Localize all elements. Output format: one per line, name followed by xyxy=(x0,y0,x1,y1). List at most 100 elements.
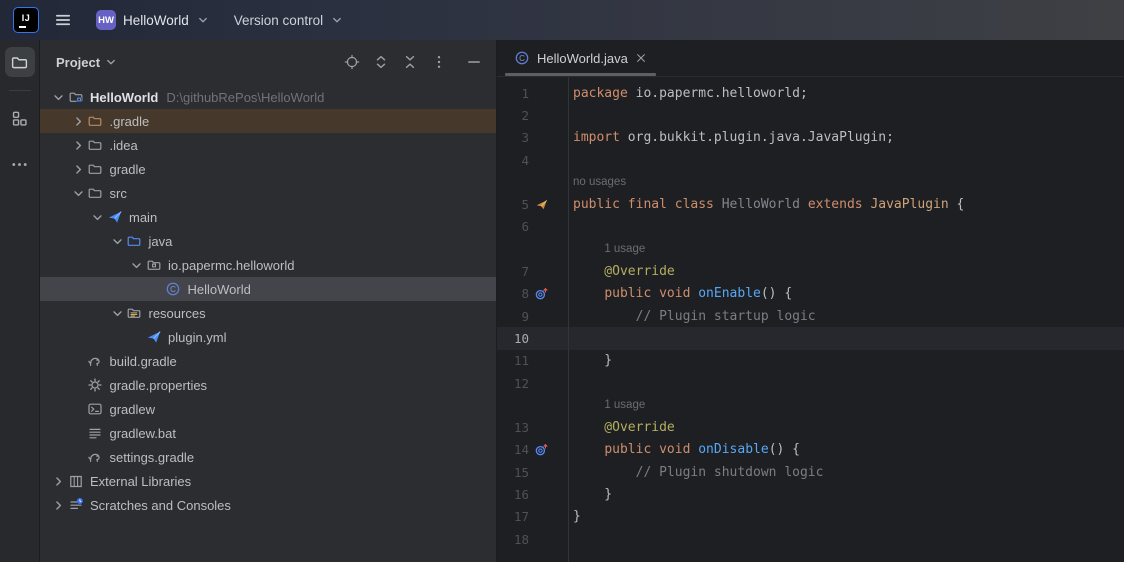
code-token: HelloWorld xyxy=(722,197,808,212)
line-number[interactable]: 17 xyxy=(497,509,529,524)
line-number[interactable]: 7 xyxy=(497,264,529,279)
tree-item-gradle-properties[interactable]: gradle.properties xyxy=(40,373,496,397)
line-number[interactable]: 12 xyxy=(497,376,529,391)
code-line-14[interactable]: 14 public void onDisable() { xyxy=(497,439,1124,461)
chevron-down-icon[interactable] xyxy=(109,233,126,249)
project-tool-window-button[interactable] xyxy=(5,47,35,77)
code-line-4[interactable]: 4 xyxy=(497,149,1124,171)
folder-icon xyxy=(87,137,104,153)
tree-item-build-gradle[interactable]: build.gradle xyxy=(40,349,496,373)
tree-item-main[interactable]: main xyxy=(40,205,496,229)
hamburger-menu-button[interactable] xyxy=(54,10,74,30)
code-text: @Override xyxy=(568,420,675,435)
tree-item-settings-gradle[interactable]: settings.gradle xyxy=(40,445,496,469)
tree-item-gradle[interactable]: .gradle xyxy=(40,109,496,133)
tree-item-helloworld[interactable]: HelloWorldD:\githubRePos\HelloWorld xyxy=(40,85,496,109)
code-token: () { xyxy=(761,286,792,301)
code-line-2[interactable]: 2 xyxy=(497,104,1124,126)
project-view-selector[interactable]: Project xyxy=(56,55,118,70)
line-number[interactable]: 8 xyxy=(497,286,529,301)
tree-item-path: D:\githubRePos\HelloWorld xyxy=(166,90,324,105)
line-number[interactable]: 15 xyxy=(497,465,529,480)
chevron-right-icon[interactable] xyxy=(70,137,87,153)
line-number[interactable]: 10 xyxy=(497,331,529,346)
code-line-18[interactable]: 18 xyxy=(497,528,1124,550)
gutter[interactable] xyxy=(529,442,568,457)
code-line-8[interactable]: 8 public void onEnable() { xyxy=(497,283,1124,305)
chevron-down-icon[interactable] xyxy=(70,185,87,201)
version-control-widget[interactable]: Version control xyxy=(234,13,344,28)
chevron-right-icon[interactable] xyxy=(50,497,67,513)
line-number[interactable]: 13 xyxy=(497,420,529,435)
code-line-1[interactable]: 1package io.papermc.helloworld; xyxy=(497,82,1124,104)
line-number[interactable]: 6 xyxy=(497,219,529,234)
gutter[interactable] xyxy=(529,197,568,212)
line-number[interactable]: 3 xyxy=(497,130,529,145)
code-line-11[interactable]: 11 } xyxy=(497,350,1124,372)
code-line-3[interactable]: 3import org.bukkit.plugin.java.JavaPlugi… xyxy=(497,127,1124,149)
chevron-down-icon[interactable] xyxy=(109,305,126,321)
tab-close-button[interactable] xyxy=(635,52,647,64)
line-number[interactable]: 11 xyxy=(497,353,529,368)
editor-tab-helloworld-java[interactable]: C HelloWorld.java xyxy=(504,40,657,76)
tree-item-gradlew-bat[interactable]: gradlew.bat xyxy=(40,421,496,445)
tool-window-strip xyxy=(0,40,40,562)
chevron-right-icon[interactable] xyxy=(70,161,87,177)
line-number[interactable]: 5 xyxy=(497,197,529,212)
hide-panel-button[interactable] xyxy=(466,54,482,70)
code-line-7[interactable]: 7 @Override xyxy=(497,260,1124,282)
tree-item-java[interactable]: java xyxy=(40,229,496,253)
collapse-all-button[interactable] xyxy=(402,54,418,70)
chevron-down-icon[interactable] xyxy=(89,209,106,225)
editor-tab-label: HelloWorld.java xyxy=(537,51,628,66)
line-number[interactable]: 9 xyxy=(497,309,529,324)
plugin-gutter-icon[interactable] xyxy=(534,197,549,212)
override-gutter-icon[interactable] xyxy=(534,442,549,457)
tree-item-scratches-and-consoles[interactable]: Scratches and Consoles xyxy=(40,493,496,517)
panel-options-button[interactable] xyxy=(431,54,447,70)
line-number[interactable]: 2 xyxy=(497,108,529,123)
tree-item-idea[interactable]: .idea xyxy=(40,133,496,157)
code-line-15[interactable]: 15 // Plugin shutdown logic xyxy=(497,461,1124,483)
tree-item-src[interactable]: src xyxy=(40,181,496,205)
project-widget[interactable]: HW HelloWorld xyxy=(96,10,210,30)
chevron-right-icon[interactable] xyxy=(50,473,67,489)
tree-item-external-libraries[interactable]: External Libraries xyxy=(40,469,496,493)
line-number[interactable]: 4 xyxy=(497,153,529,168)
intellij-logo[interactable]: IJ xyxy=(14,8,38,32)
structure-tool-window-button[interactable] xyxy=(5,103,35,133)
inlay-hint-row[interactable]: 1 usage xyxy=(497,394,1124,416)
override-gutter-icon[interactable] xyxy=(534,286,549,301)
inlay-hint-row[interactable]: 1 usage xyxy=(497,238,1124,260)
select-opened-file-button[interactable] xyxy=(344,54,360,70)
tree-item-plugin-yml[interactable]: plugin.yml xyxy=(40,325,496,349)
tree-item-helloworld[interactable]: CHelloWorld xyxy=(40,277,496,301)
line-number[interactable]: 16 xyxy=(497,487,529,502)
line-number[interactable]: 18 xyxy=(497,532,529,547)
tree-item-gradlew[interactable]: gradlew xyxy=(40,397,496,421)
code-line-9[interactable]: 9 // Plugin startup logic xyxy=(497,305,1124,327)
code-line-5[interactable]: 5public final class HelloWorld extends J… xyxy=(497,193,1124,215)
tree-item-io-papermc-helloworld[interactable]: io.papermc.helloworld xyxy=(40,253,496,277)
code-line-6[interactable]: 6 xyxy=(497,216,1124,238)
line-number[interactable]: 1 xyxy=(497,86,529,101)
line-number[interactable]: 14 xyxy=(497,442,529,457)
tree-item-resources[interactable]: resources xyxy=(40,301,496,325)
code-line-10[interactable]: 10 xyxy=(497,327,1124,349)
expand-all-button[interactable] xyxy=(373,54,389,70)
code-line-16[interactable]: 16 } xyxy=(497,483,1124,505)
gutter[interactable] xyxy=(529,286,568,301)
more-tool-windows-button[interactable] xyxy=(5,149,35,179)
tree-item-label: plugin.yml xyxy=(168,330,227,345)
chevron-down-icon[interactable] xyxy=(128,257,145,273)
code-token: org.bukkit.plugin.java.JavaPlugin; xyxy=(628,130,894,145)
inlay-hint-row[interactable]: no usages xyxy=(497,171,1124,193)
chevron-down-icon[interactable] xyxy=(50,89,67,105)
code-line-12[interactable]: 12 xyxy=(497,372,1124,394)
chevron-down-icon xyxy=(104,55,118,69)
code-line-13[interactable]: 13 @Override xyxy=(497,416,1124,438)
tree-item-gradle[interactable]: gradle xyxy=(40,157,496,181)
code-line-17[interactable]: 17} xyxy=(497,506,1124,528)
chevron-right-icon[interactable] xyxy=(70,113,87,129)
code-editor[interactable]: 1package io.papermc.helloworld; 2 3import … xyxy=(497,77,1124,562)
